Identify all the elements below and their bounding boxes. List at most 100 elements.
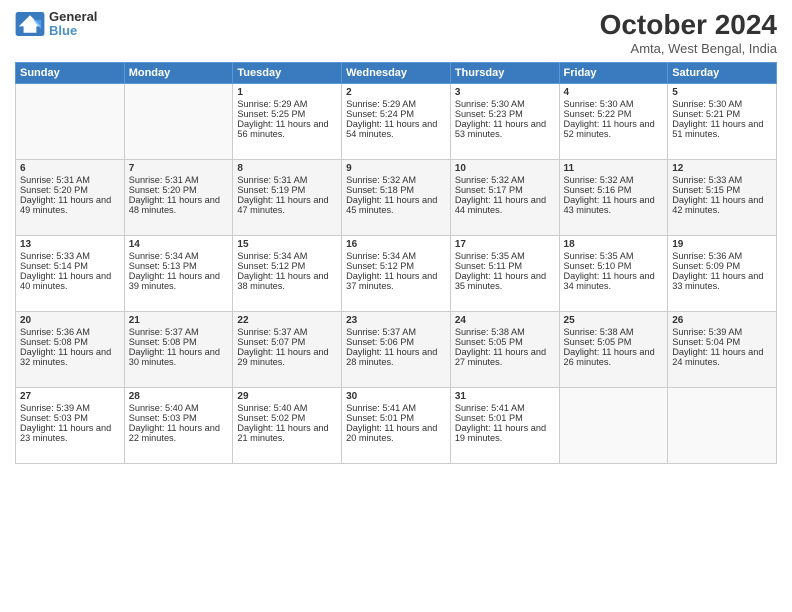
day-cell: 29Sunrise: 5:40 AMSunset: 5:02 PMDayligh… <box>233 387 342 463</box>
day-info: Sunset: 5:19 PM <box>237 185 337 195</box>
day-number: 9 <box>346 163 446 174</box>
day-cell <box>16 83 125 159</box>
day-info: Sunset: 5:05 PM <box>564 337 664 347</box>
day-info: Daylight: 11 hours and 48 minutes. <box>129 195 229 215</box>
day-info: Sunset: 5:08 PM <box>20 337 120 347</box>
day-cell: 31Sunrise: 5:41 AMSunset: 5:01 PMDayligh… <box>450 387 559 463</box>
day-info: Sunrise: 5:33 AM <box>20 251 120 261</box>
day-info: Sunrise: 5:35 AM <box>564 251 664 261</box>
day-number: 26 <box>672 315 772 326</box>
day-info: Daylight: 11 hours and 43 minutes. <box>564 195 664 215</box>
day-cell: 27Sunrise: 5:39 AMSunset: 5:03 PMDayligh… <box>16 387 125 463</box>
day-info: Daylight: 11 hours and 19 minutes. <box>455 423 555 443</box>
day-info: Daylight: 11 hours and 40 minutes. <box>20 271 120 291</box>
logo-text: General Blue <box>49 10 97 39</box>
day-info: Sunrise: 5:31 AM <box>20 175 120 185</box>
day-info: Sunset: 5:05 PM <box>455 337 555 347</box>
day-info: Daylight: 11 hours and 27 minutes. <box>455 347 555 367</box>
day-info: Sunset: 5:07 PM <box>237 337 337 347</box>
day-info: Sunset: 5:01 PM <box>346 413 446 423</box>
day-info: Daylight: 11 hours and 37 minutes. <box>346 271 446 291</box>
header-cell-saturday: Saturday <box>668 62 777 83</box>
day-cell: 9Sunrise: 5:32 AMSunset: 5:18 PMDaylight… <box>342 159 451 235</box>
day-info: Sunset: 5:18 PM <box>346 185 446 195</box>
day-number: 11 <box>564 163 664 174</box>
logo-icon <box>15 12 45 36</box>
day-number: 8 <box>237 163 337 174</box>
day-number: 20 <box>20 315 120 326</box>
day-number: 25 <box>564 315 664 326</box>
logo-line1: General <box>49 10 97 24</box>
day-number: 22 <box>237 315 337 326</box>
day-cell: 30Sunrise: 5:41 AMSunset: 5:01 PMDayligh… <box>342 387 451 463</box>
day-cell: 25Sunrise: 5:38 AMSunset: 5:05 PMDayligh… <box>559 311 668 387</box>
day-number: 13 <box>20 239 120 250</box>
day-info: Sunset: 5:08 PM <box>129 337 229 347</box>
day-info: Daylight: 11 hours and 24 minutes. <box>672 347 772 367</box>
day-info: Sunrise: 5:40 AM <box>237 403 337 413</box>
day-info: Sunset: 5:02 PM <box>237 413 337 423</box>
day-info: Sunrise: 5:31 AM <box>129 175 229 185</box>
day-info: Sunrise: 5:30 AM <box>455 99 555 109</box>
day-info: Daylight: 11 hours and 38 minutes. <box>237 271 337 291</box>
day-info: Sunset: 5:25 PM <box>237 109 337 119</box>
day-number: 30 <box>346 391 446 402</box>
week-row-1: 1Sunrise: 5:29 AMSunset: 5:25 PMDaylight… <box>16 83 777 159</box>
day-cell: 7Sunrise: 5:31 AMSunset: 5:20 PMDaylight… <box>124 159 233 235</box>
day-info: Daylight: 11 hours and 20 minutes. <box>346 423 446 443</box>
day-info: Sunrise: 5:34 AM <box>237 251 337 261</box>
day-cell: 23Sunrise: 5:37 AMSunset: 5:06 PMDayligh… <box>342 311 451 387</box>
day-cell: 26Sunrise: 5:39 AMSunset: 5:04 PMDayligh… <box>668 311 777 387</box>
day-number: 24 <box>455 315 555 326</box>
day-info: Sunrise: 5:37 AM <box>237 327 337 337</box>
day-cell: 14Sunrise: 5:34 AMSunset: 5:13 PMDayligh… <box>124 235 233 311</box>
day-info: Daylight: 11 hours and 45 minutes. <box>346 195 446 215</box>
day-cell: 22Sunrise: 5:37 AMSunset: 5:07 PMDayligh… <box>233 311 342 387</box>
day-info: Sunrise: 5:37 AM <box>346 327 446 337</box>
day-info: Sunrise: 5:41 AM <box>346 403 446 413</box>
day-info: Daylight: 11 hours and 54 minutes. <box>346 119 446 139</box>
day-info: Daylight: 11 hours and 56 minutes. <box>237 119 337 139</box>
day-info: Sunrise: 5:40 AM <box>129 403 229 413</box>
day-info: Sunset: 5:21 PM <box>672 109 772 119</box>
location: Amta, West Bengal, India <box>600 41 777 56</box>
header-cell-monday: Monday <box>124 62 233 83</box>
day-info: Daylight: 11 hours and 30 minutes. <box>129 347 229 367</box>
day-cell: 16Sunrise: 5:34 AMSunset: 5:12 PMDayligh… <box>342 235 451 311</box>
week-row-3: 13Sunrise: 5:33 AMSunset: 5:14 PMDayligh… <box>16 235 777 311</box>
day-info: Sunset: 5:09 PM <box>672 261 772 271</box>
day-cell: 11Sunrise: 5:32 AMSunset: 5:16 PMDayligh… <box>559 159 668 235</box>
day-cell <box>668 387 777 463</box>
day-cell: 13Sunrise: 5:33 AMSunset: 5:14 PMDayligh… <box>16 235 125 311</box>
day-info: Sunrise: 5:32 AM <box>455 175 555 185</box>
day-cell: 24Sunrise: 5:38 AMSunset: 5:05 PMDayligh… <box>450 311 559 387</box>
day-cell: 3Sunrise: 5:30 AMSunset: 5:23 PMDaylight… <box>450 83 559 159</box>
calendar-body: 1Sunrise: 5:29 AMSunset: 5:25 PMDaylight… <box>16 83 777 463</box>
day-cell: 12Sunrise: 5:33 AMSunset: 5:15 PMDayligh… <box>668 159 777 235</box>
day-info: Daylight: 11 hours and 47 minutes. <box>237 195 337 215</box>
day-info: Sunset: 5:16 PM <box>564 185 664 195</box>
day-info: Sunrise: 5:39 AM <box>20 403 120 413</box>
day-info: Sunrise: 5:31 AM <box>237 175 337 185</box>
day-info: Daylight: 11 hours and 21 minutes. <box>237 423 337 443</box>
day-info: Daylight: 11 hours and 49 minutes. <box>20 195 120 215</box>
day-info: Daylight: 11 hours and 26 minutes. <box>564 347 664 367</box>
title-block: October 2024 Amta, West Bengal, India <box>600 10 777 56</box>
day-info: Daylight: 11 hours and 33 minutes. <box>672 271 772 291</box>
month-title: October 2024 <box>600 10 777 41</box>
day-cell: 8Sunrise: 5:31 AMSunset: 5:19 PMDaylight… <box>233 159 342 235</box>
day-number: 4 <box>564 87 664 98</box>
day-info: Daylight: 11 hours and 51 minutes. <box>672 119 772 139</box>
day-info: Daylight: 11 hours and 28 minutes. <box>346 347 446 367</box>
day-info: Sunrise: 5:38 AM <box>455 327 555 337</box>
day-number: 21 <box>129 315 229 326</box>
day-info: Sunset: 5:01 PM <box>455 413 555 423</box>
day-cell: 28Sunrise: 5:40 AMSunset: 5:03 PMDayligh… <box>124 387 233 463</box>
logo: General Blue <box>15 10 97 39</box>
day-info: Sunrise: 5:29 AM <box>346 99 446 109</box>
day-info: Sunset: 5:23 PM <box>455 109 555 119</box>
day-number: 5 <box>672 87 772 98</box>
day-cell: 21Sunrise: 5:37 AMSunset: 5:08 PMDayligh… <box>124 311 233 387</box>
day-number: 23 <box>346 315 446 326</box>
week-row-4: 20Sunrise: 5:36 AMSunset: 5:08 PMDayligh… <box>16 311 777 387</box>
